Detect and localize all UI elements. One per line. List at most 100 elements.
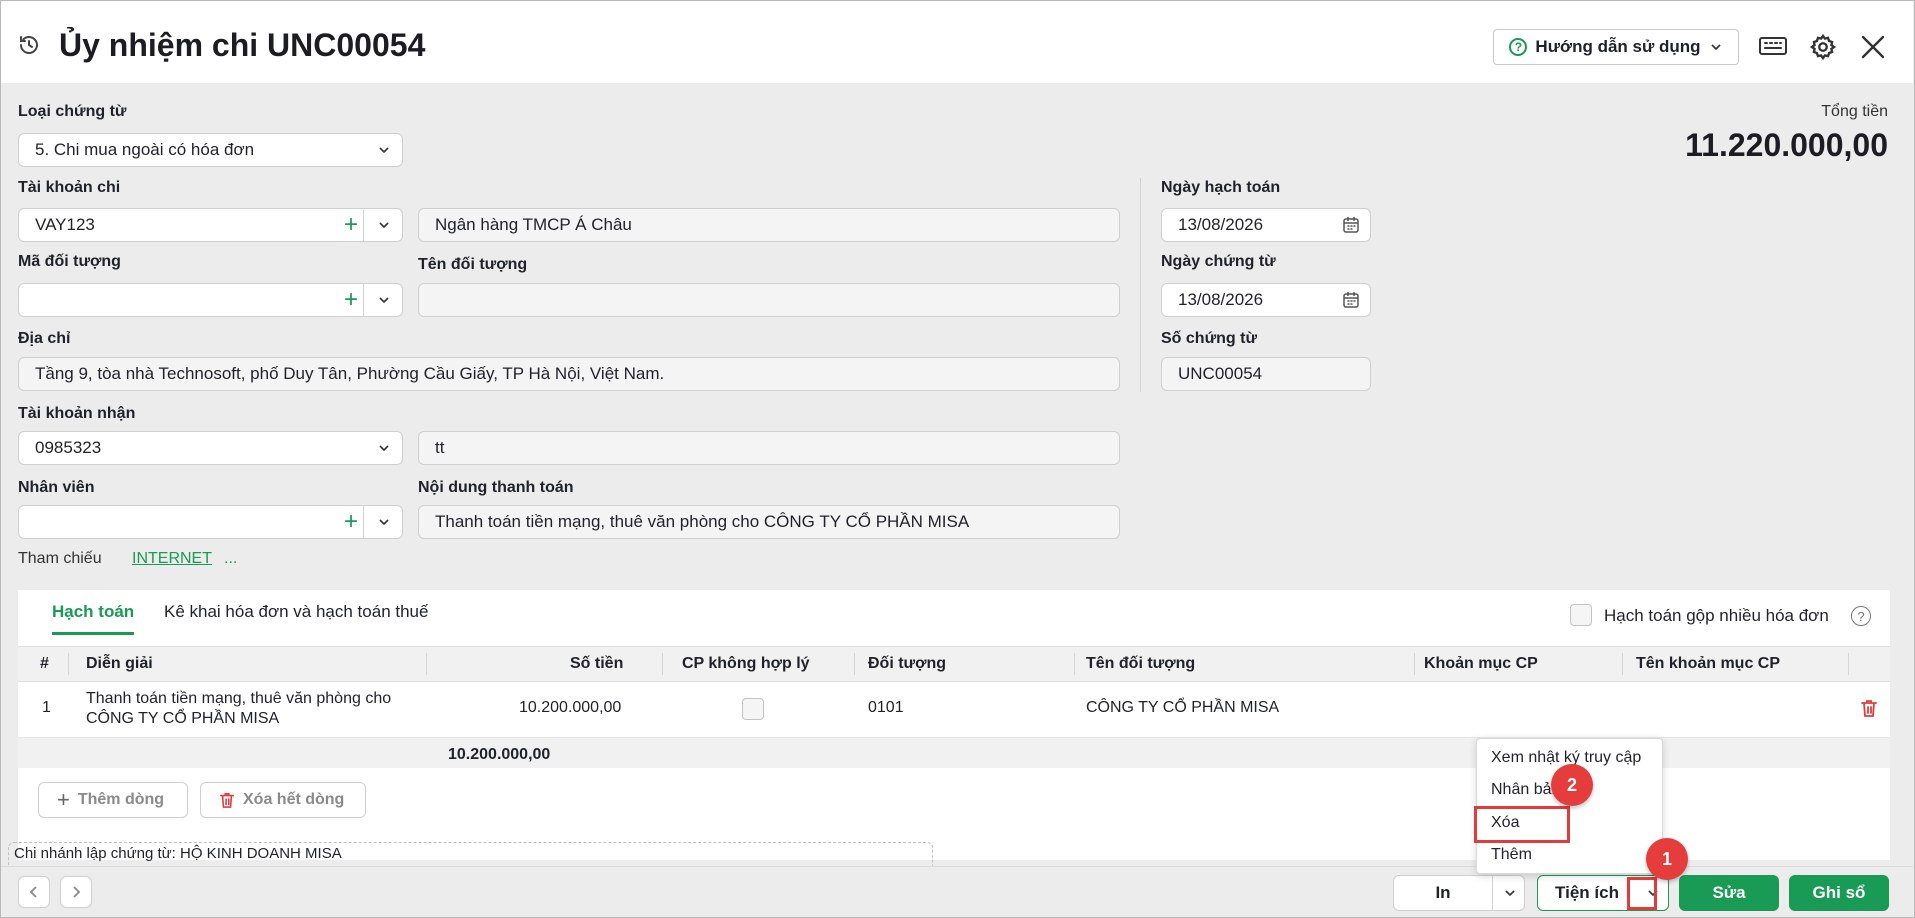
branch-info: Chi nhánh lập chứng từ: HỘ KINH DOANH MI… [14, 845, 342, 862]
prev-record-button[interactable] [18, 876, 50, 908]
column-divider [1140, 178, 1141, 392]
row-description-line2: CÔNG TY CỔ PHẦN MISA [86, 710, 280, 727]
object-name-label: Tên đối tượng [418, 256, 528, 273]
receive-account-select[interactable]: 0985323 [18, 431, 403, 465]
bank-name-value: Ngân hàng TMCP Á Châu [435, 215, 632, 234]
help-dropdown-button[interactable]: ? Hướng dẫn sử dụng [1493, 29, 1739, 65]
highlight-delete-item [1474, 806, 1570, 843]
voucher-date-field[interactable]: 13/08/2026 [1161, 283, 1371, 317]
chevron-right-icon [73, 886, 81, 898]
column-header-object-name: Tên đối tượng [1086, 655, 1196, 672]
receive-account-label: Tài khoản nhận [18, 405, 136, 422]
column-separator [426, 653, 427, 675]
column-separator [854, 653, 855, 675]
column-separator [1622, 653, 1623, 675]
tab-invoice-tax[interactable]: Kê khai hóa đơn và hạch toán thuế [164, 602, 428, 632]
field-divider [363, 284, 364, 316]
sum-amount: 10.200.000,00 [448, 746, 551, 763]
info-icon[interactable]: ? [1851, 606, 1871, 626]
history-icon[interactable] [17, 33, 41, 57]
column-separator [1414, 653, 1415, 675]
object-code-field[interactable]: + [18, 283, 403, 317]
reference-label: Tham chiếu [18, 550, 102, 567]
chevron-down-icon[interactable] [376, 292, 392, 308]
receive-bank-value: tt [435, 438, 445, 457]
field-divider [363, 209, 364, 241]
voucher-date-value: 13/08/2026 [1178, 290, 1264, 309]
object-name-field[interactable] [418, 283, 1120, 317]
payment-content-field[interactable]: Thanh toán tiền mạng, thuê văn phòng cho… [418, 505, 1120, 539]
chevron-left-icon [29, 886, 37, 898]
receive-bank-field[interactable]: tt [418, 431, 1120, 465]
chevron-down-icon [379, 445, 389, 452]
posting-date-label: Ngày hạch toán [1161, 179, 1281, 196]
button-divider [1492, 876, 1493, 910]
gear-icon[interactable] [1809, 33, 1837, 61]
help-label: Hướng dẫn sử dụng [1535, 37, 1701, 56]
next-record-button[interactable] [60, 876, 92, 908]
plus-icon[interactable]: + [344, 288, 358, 312]
payment-content-value: Thanh toán tiền mạng, thuê văn phòng cho… [435, 512, 970, 531]
merge-invoices-label: Hạch toán gộp nhiều hóa đơn [1604, 606, 1829, 625]
column-separator [662, 653, 663, 675]
object-code-label: Mã đối tượng [18, 253, 121, 270]
question-icon: ? [1509, 38, 1528, 56]
column-header-cost-item-name: Tên khoản mục CP [1636, 655, 1781, 672]
keyboard-icon[interactable] [1759, 35, 1787, 57]
menu-item-duplicate[interactable]: Nhân bản [1491, 781, 1560, 799]
total-amount: 11.220.000,00 [1685, 127, 1888, 163]
reference-more-link[interactable]: ... [224, 550, 237, 568]
merge-invoices-checkbox[interactable] [1570, 604, 1592, 626]
employee-field[interactable]: + [18, 505, 403, 539]
menu-item-add[interactable]: Thêm [1491, 846, 1532, 864]
column-header-index: # [40, 655, 49, 672]
plus-icon[interactable]: + [344, 213, 358, 237]
trash-icon [219, 792, 235, 808]
unreasonable-cost-checkbox[interactable] [742, 698, 764, 720]
tab-accounting[interactable]: Hạch toán [52, 602, 135, 635]
calendar-icon[interactable] [1342, 216, 1360, 234]
column-header-amount: Số tiền [570, 655, 624, 672]
column-header-unreasonable-cost: CP không hợp lý [682, 655, 810, 672]
voucher-no-field[interactable]: UNC00054 [1161, 357, 1371, 391]
posting-date-value: 13/08/2026 [1178, 215, 1264, 234]
column-separator [68, 653, 69, 675]
print-button[interactable]: In [1393, 875, 1525, 911]
address-field[interactable]: Tầng 9, tòa nhà Technosoft, phố Duy Tân,… [18, 357, 1120, 391]
calendar-icon[interactable] [1342, 291, 1360, 309]
delete-all-label: Xóa hết dòng [243, 791, 345, 808]
page-title: Ủy nhiệm chi UNC00054 [59, 27, 426, 63]
total-label: Tổng tiền [1821, 103, 1888, 120]
reference-link[interactable]: INTERNET [132, 550, 212, 568]
row-amount: 10.200.000,00 [519, 699, 622, 716]
step-badge-1: 1 [1646, 838, 1688, 880]
add-row-button[interactable]: + Thêm dòng [38, 782, 188, 818]
highlight-utilities-dropdown [1627, 877, 1657, 910]
table-row[interactable]: 1 Thanh toán tiền mạng, thuê văn phòng c… [18, 682, 1890, 738]
column-header-cost-item: Khoản mục CP [1424, 655, 1538, 672]
posting-date-field[interactable]: 13/08/2026 [1161, 208, 1371, 242]
chevron-down-icon[interactable] [376, 217, 392, 233]
delete-all-rows-button[interactable]: Xóa hết dòng [200, 782, 366, 818]
address-value: Tầng 9, tòa nhà Technosoft, phố Duy Tân,… [35, 364, 665, 383]
voucher-type-select[interactable]: 5. Chi mua ngoài có hóa đơn [18, 133, 403, 167]
plus-icon[interactable]: + [344, 510, 358, 534]
pay-account-label: Tài khoản chi [18, 179, 121, 196]
employee-label: Nhân viên [18, 479, 95, 496]
close-icon[interactable] [1859, 33, 1887, 61]
chevron-down-icon[interactable] [376, 514, 392, 530]
column-header-description: Diễn giải [86, 655, 153, 672]
chevron-down-icon [1710, 44, 1721, 51]
step-badge-2: 2 [1551, 764, 1593, 806]
voucher-no-label: Số chứng từ [1161, 330, 1258, 347]
trash-icon[interactable] [1860, 698, 1878, 718]
chevron-down-icon[interactable] [1502, 885, 1518, 901]
edit-button[interactable]: Sửa [1679, 875, 1779, 911]
row-index: 1 [42, 699, 51, 716]
utilities-label: Tiện ích [1555, 883, 1619, 902]
post-button[interactable]: Ghi sổ [1789, 875, 1889, 911]
chevron-down-icon [379, 147, 389, 154]
row-object: 0101 [868, 699, 904, 716]
bank-name-field[interactable]: Ngân hàng TMCP Á Châu [418, 208, 1120, 242]
pay-account-field[interactable]: VAY123 + [18, 208, 403, 242]
